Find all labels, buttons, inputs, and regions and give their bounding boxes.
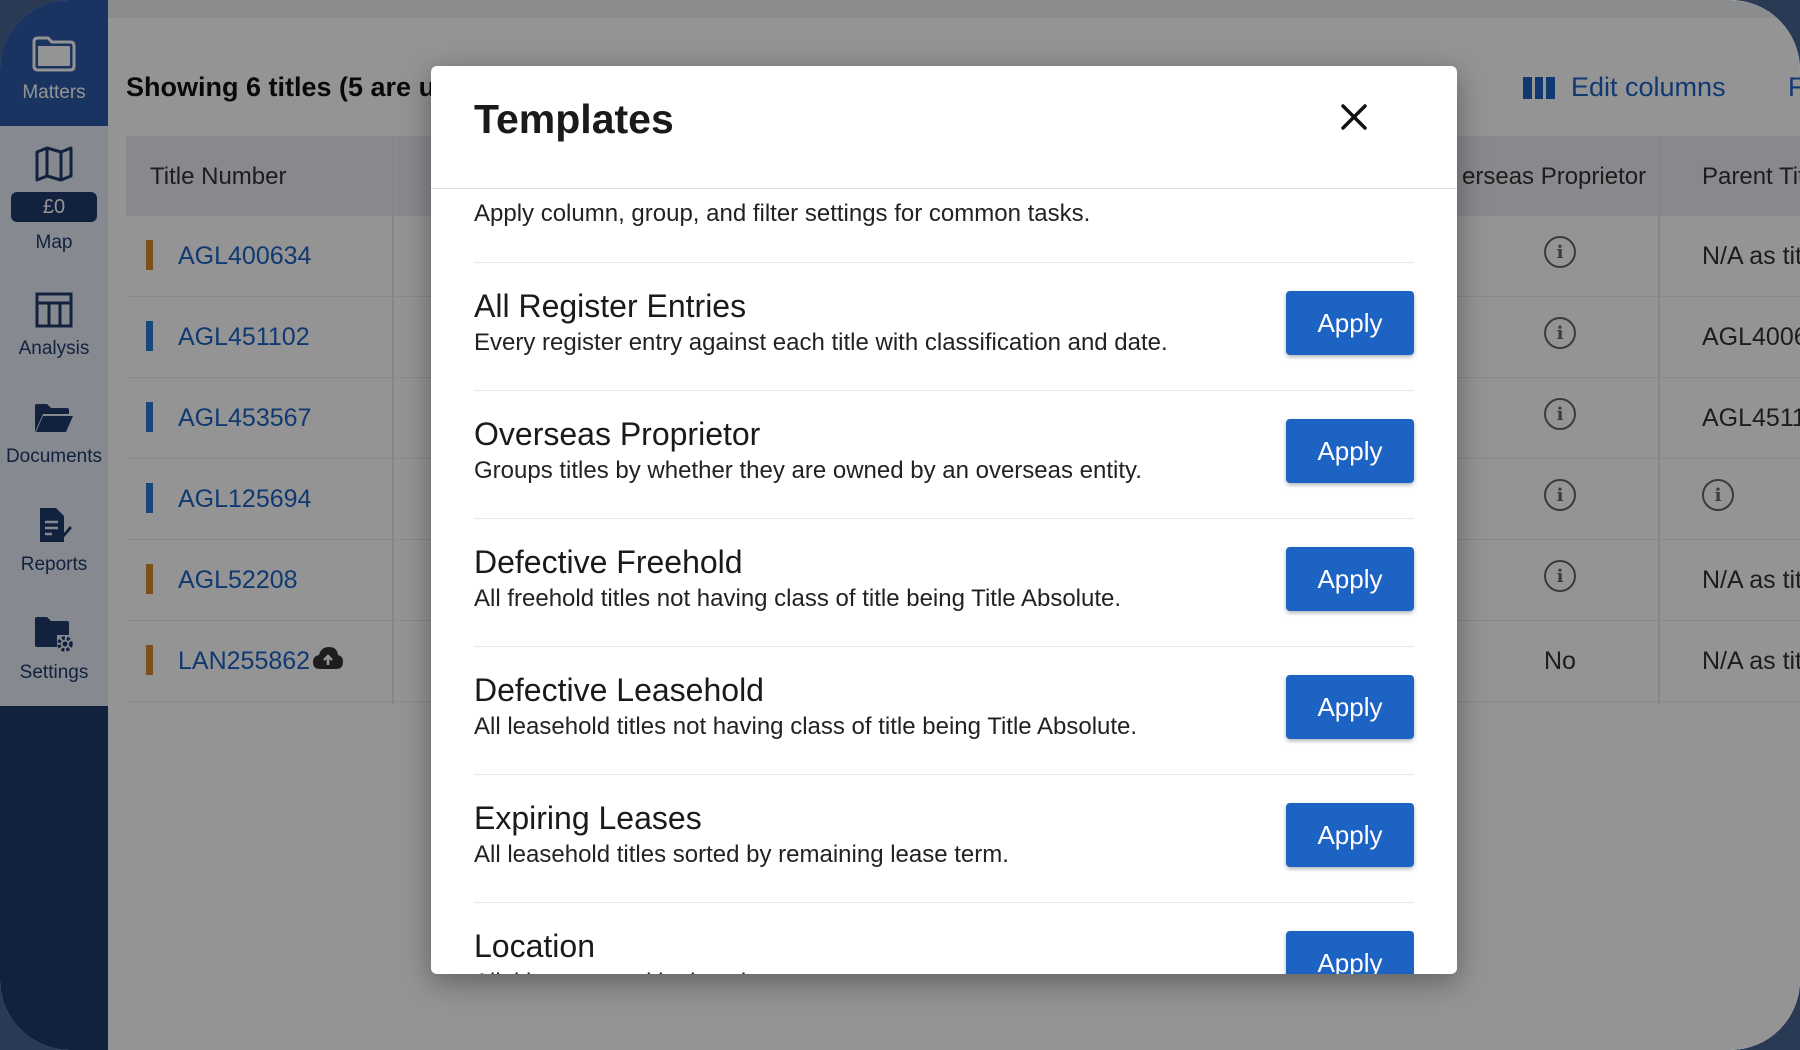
template-description: All leasehold titles not having class of… <box>474 713 1138 740</box>
apply-button[interactable]: Apply <box>1286 803 1414 867</box>
template-item: All Register Entries Every register entry… <box>474 262 1414 390</box>
apply-button[interactable]: Apply <box>1286 291 1414 355</box>
template-name: All Register Entries <box>474 288 747 324</box>
apply-button[interactable]: Apply <box>1286 931 1414 974</box>
divider <box>431 188 1457 189</box>
template-item: Defective Leasehold All leasehold titles … <box>474 646 1414 774</box>
template-item: Expiring Leases All leasehold titles sort… <box>474 774 1414 902</box>
template-name: Defective Leasehold <box>474 672 764 708</box>
close-icon <box>1341 104 1367 130</box>
template-item: Overseas Proprietor Groups titles by whet… <box>474 390 1414 518</box>
close-button[interactable] <box>1329 92 1379 142</box>
template-description: All leasehold titles sorted by remaining… <box>474 841 1009 868</box>
template-description: All freehold titles not having class of … <box>474 585 1122 612</box>
app-window: Matters £0 Map Analysis Documents Report… <box>0 0 1800 1050</box>
template-description: All titles grouped by location. <box>474 969 780 974</box>
template-item: Location All titles grouped by location. A… <box>474 902 1414 974</box>
apply-button[interactable]: Apply <box>1286 547 1414 611</box>
template-name: Expiring Leases <box>474 800 702 836</box>
template-item: Defective Freehold All freehold titles no… <box>474 518 1414 646</box>
dialog-description: Apply column, group, and filter settings… <box>474 200 1091 227</box>
templates-dialog: Templates Apply column, group, and filte… <box>431 66 1457 974</box>
apply-button[interactable]: Apply <box>1286 419 1414 483</box>
apply-button[interactable]: Apply <box>1286 675 1414 739</box>
template-description: Groups titles by whether they are owned … <box>474 457 1142 484</box>
template-name: Defective Freehold <box>474 544 743 580</box>
template-name: Location <box>474 928 595 964</box>
dialog-title: Templates <box>474 96 674 142</box>
template-description: Every register entry against each title … <box>474 329 1168 356</box>
template-list: All Register Entries Every register entry… <box>474 262 1414 974</box>
template-name: Overseas Proprietor <box>474 416 761 452</box>
